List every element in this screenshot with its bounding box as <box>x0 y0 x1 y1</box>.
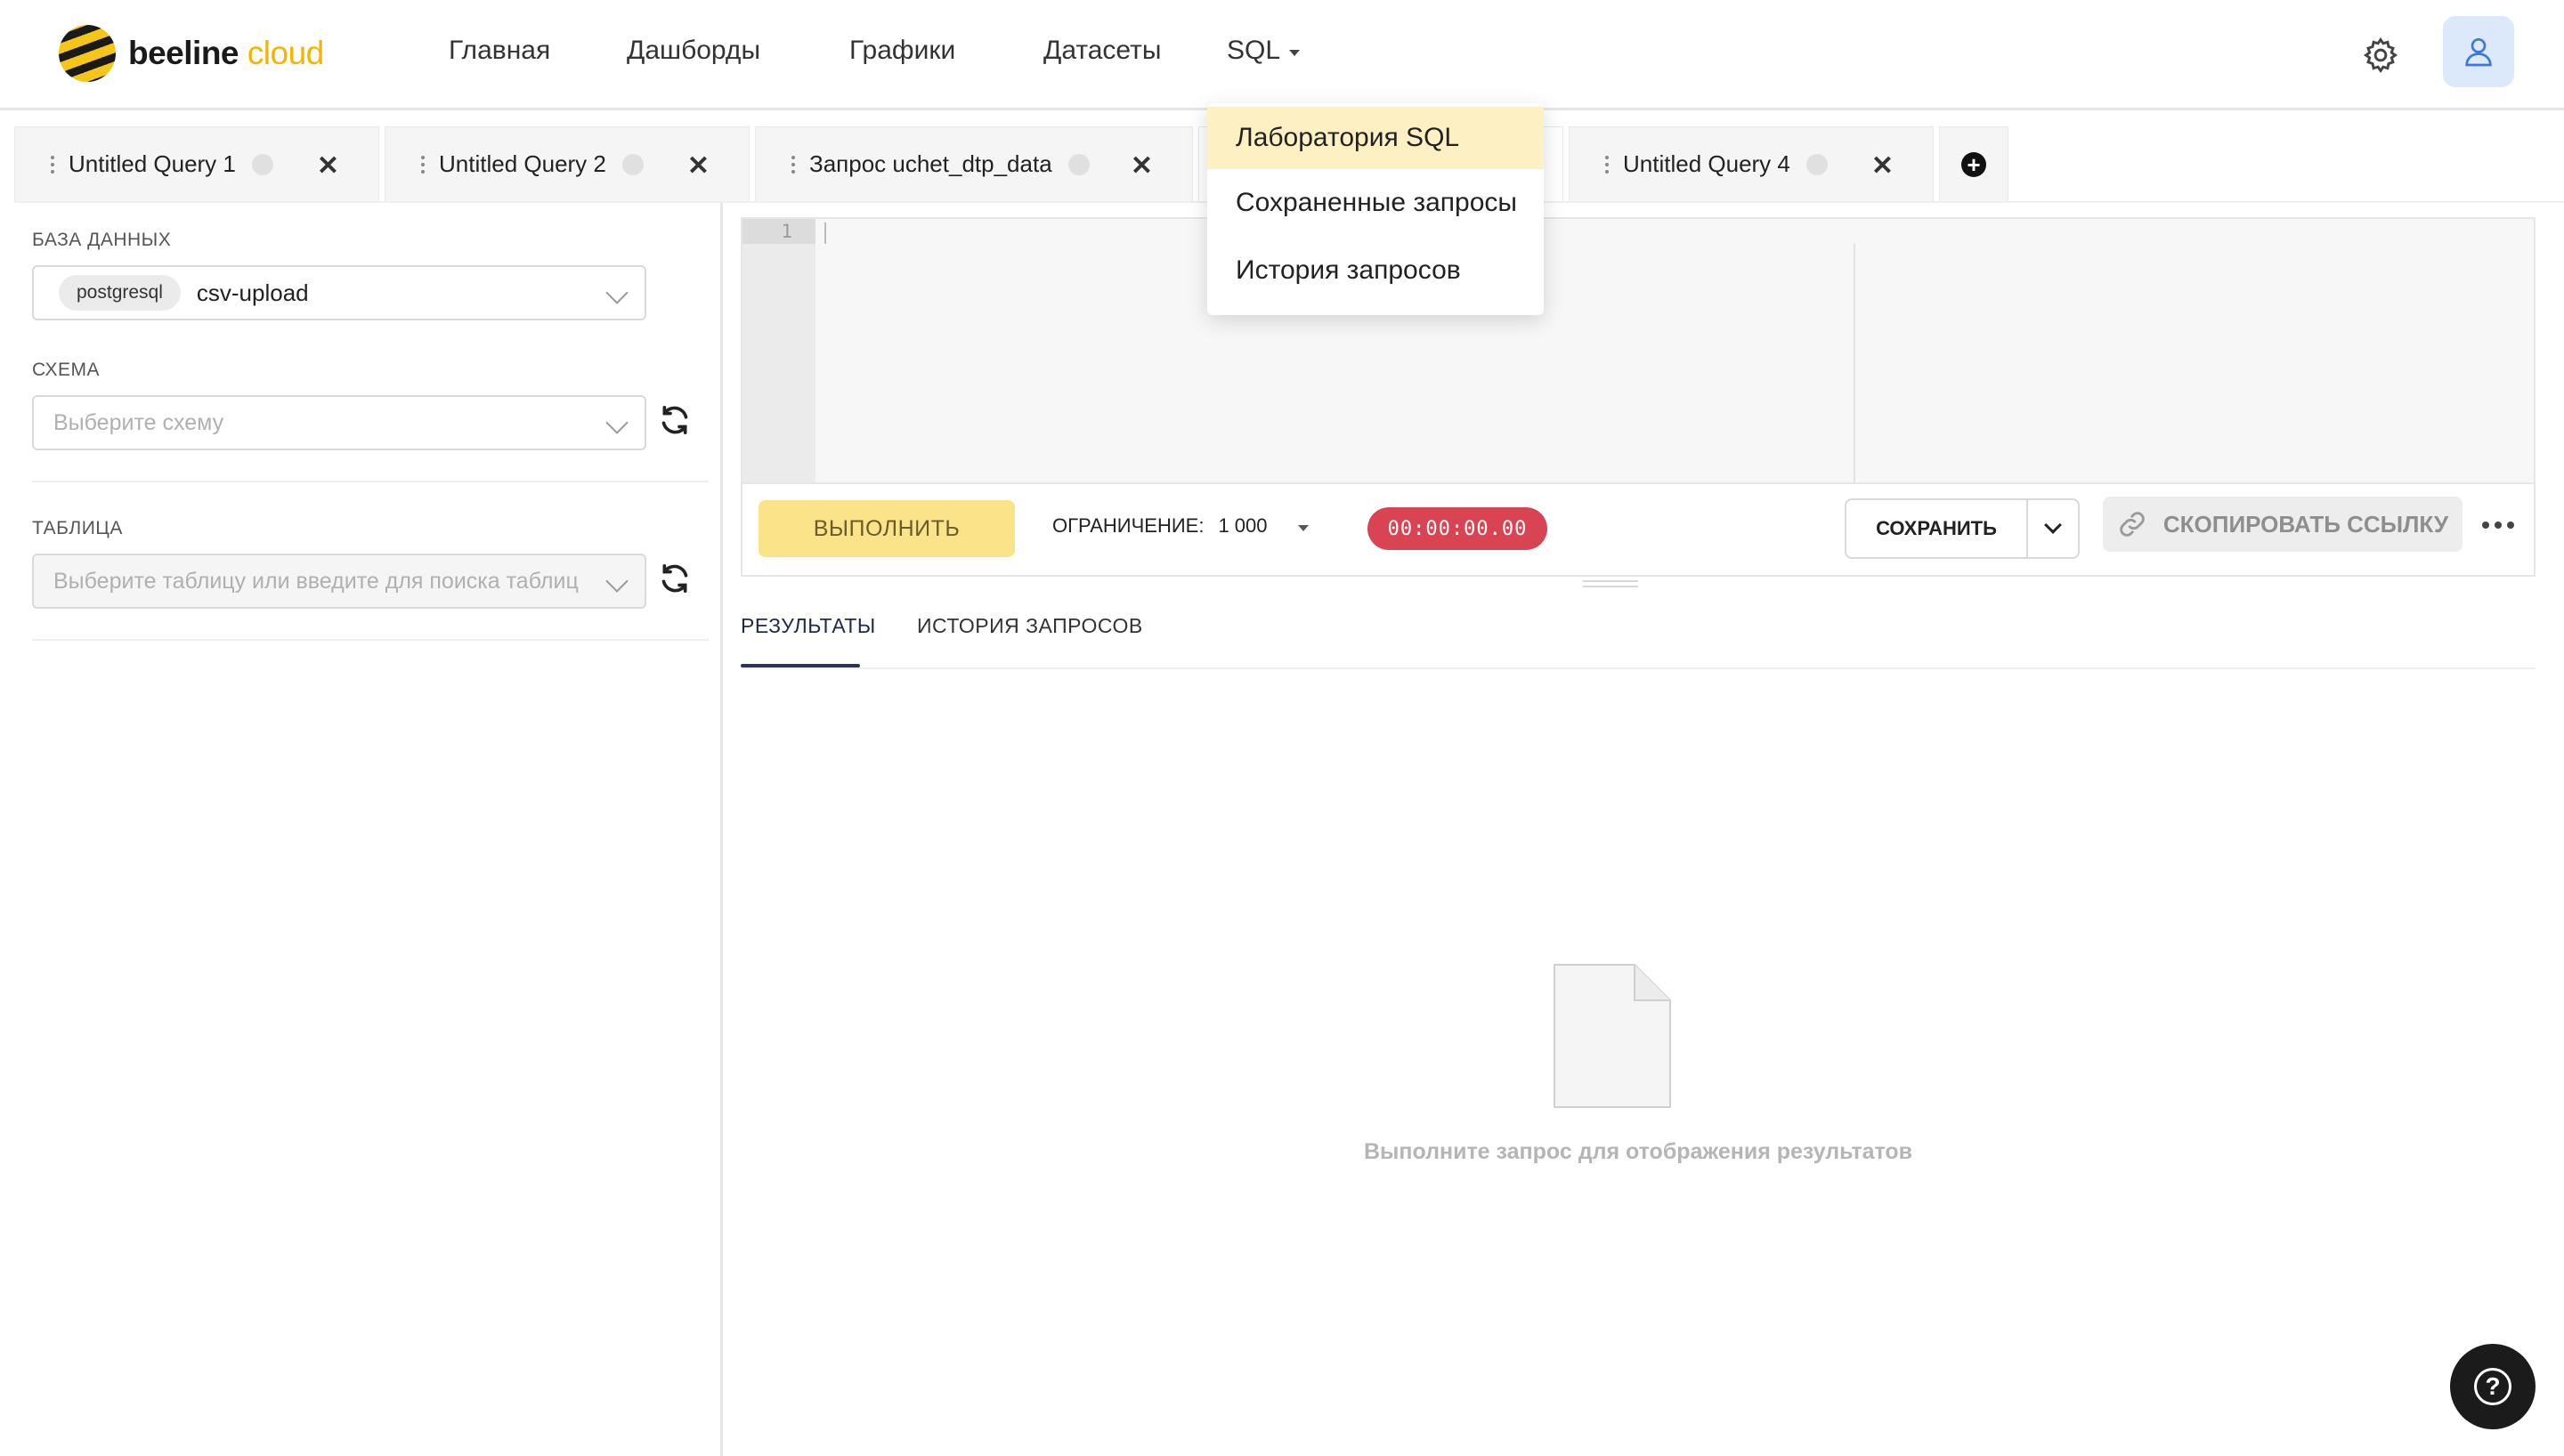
editor-gutter: 1 <box>742 219 815 482</box>
query-tab-label: Untitled Query 1 <box>69 150 236 177</box>
refresh-icon[interactable] <box>657 561 693 596</box>
left-panel: БАЗА ДАННЫХ postgresql csv-upload СХЕМА … <box>0 203 723 1456</box>
schema-label: СХЕМА <box>32 360 100 380</box>
empty-file-icon <box>1554 964 1671 1108</box>
query-tab[interactable]: Запрос uchet_dtp_data ✕ <box>755 126 1193 201</box>
status-dot-icon <box>621 153 644 175</box>
close-icon[interactable]: ✕ <box>317 150 339 182</box>
menu-item-query-history[interactable]: История запросов <box>1207 237 1544 304</box>
refresh-icon[interactable] <box>657 402 693 438</box>
nav-sql[interactable]: SQL <box>1227 36 1301 66</box>
table-select[interactable]: Выберите таблицу или введите для поиска … <box>32 554 646 609</box>
caret-down-icon <box>1289 49 1301 56</box>
empty-results-message: Выполните запрос для отображения результ… <box>1363 1139 1913 1164</box>
close-icon[interactable]: ✕ <box>687 150 710 182</box>
query-tab-label: Запрос uchet_dtp_data <box>809 150 1052 177</box>
save-button[interactable]: СОХРАНИТЬ <box>1845 498 2028 559</box>
copy-link-label: СКОПИРОВАТЬ ССЫЛКУ <box>2162 510 2449 538</box>
help-button[interactable]: ? <box>2450 1344 2536 1429</box>
sql-dropdown-menu: Лаборатория SQL Сохраненные запросы Исто… <box>1207 103 1544 315</box>
table-placeholder: Выберите таблицу или введите для поиска … <box>53 568 579 594</box>
chevron-down-icon <box>605 281 629 304</box>
table-label: ТАБЛИЦА <box>32 518 123 538</box>
query-tab-label: Untitled Query 2 <box>439 150 606 177</box>
drag-handle-icon[interactable] <box>421 155 425 174</box>
brand-logo[interactable]: beeline cloud <box>59 25 324 82</box>
query-tab[interactable]: Untitled Query 2 ✕ <box>385 126 750 201</box>
query-timer: 00:00:00.00 <box>1367 507 1547 550</box>
schema-select[interactable]: Выберите схему <box>32 395 646 450</box>
user-icon <box>2465 38 2492 67</box>
query-tab[interactable]: Untitled Query 1 ✕ <box>14 126 379 201</box>
nav-charts[interactable]: Графики <box>849 36 955 66</box>
menu-item-sql-lab[interactable]: Лаборатория SQL <box>1207 107 1544 169</box>
resize-handle[interactable] <box>1583 580 1638 589</box>
link-icon <box>2120 512 2145 537</box>
limit-value: 1 000 <box>1218 514 1268 537</box>
line-number: 1 <box>742 219 815 244</box>
close-icon[interactable]: ✕ <box>1871 150 1894 182</box>
save-options-button[interactable] <box>2026 498 2080 559</box>
database-type-tag: postgresql <box>59 275 181 311</box>
nav-datasets[interactable]: Датасеты <box>1043 36 1161 66</box>
gear-icon[interactable] <box>2361 36 2400 75</box>
divider <box>32 481 709 482</box>
chevron-down-icon <box>605 570 629 593</box>
add-tab-button[interactable]: + <box>1939 126 2008 201</box>
status-dot-icon <box>1805 153 1828 175</box>
logo-word: beeline <box>128 35 239 71</box>
tab-results[interactable]: РЕЗУЛЬТАТЫ <box>741 614 876 638</box>
beeline-logo-icon <box>59 25 116 82</box>
nav-dashboards[interactable]: Дашборды <box>627 36 760 66</box>
drag-handle-icon[interactable] <box>791 155 795 174</box>
logo-cloud-word: cloud <box>247 35 324 71</box>
database-value: csv-upload <box>196 279 309 306</box>
schema-placeholder: Выберите схему <box>53 409 224 435</box>
status-dot-icon <box>251 153 273 175</box>
status-dot-icon <box>1067 153 1090 175</box>
plus-icon: + <box>1961 151 1986 177</box>
results-tabs: РЕЗУЛЬТАТЫ ИСТОРИЯ ЗАПРОСОВ <box>741 614 2536 669</box>
run-button[interactable]: ВЫПОЛНИТЬ <box>759 500 1015 557</box>
tab-query-history[interactable]: ИСТОРИЯ ЗАПРОСОВ <box>917 614 1143 638</box>
editor-toolbar: ВЫПОЛНИТЬ ОГРАНИЧЕНИЕ: 1 000 00:00:00.00… <box>741 484 2536 577</box>
active-tab-indicator <box>741 664 860 667</box>
nav-home[interactable]: Главная <box>449 36 550 66</box>
close-icon[interactable]: ✕ <box>1131 150 1153 182</box>
caret-down-icon <box>1297 524 1309 531</box>
drag-handle-icon[interactable] <box>51 155 54 174</box>
sql-editor[interactable]: 1 <box>741 217 2536 484</box>
limit-label: ОГРАНИЧЕНИЕ: <box>1052 514 1205 537</box>
print-margin <box>1854 244 1855 482</box>
database-select[interactable]: postgresql csv-upload <box>32 265 646 320</box>
query-tab[interactable]: Untitled Query 4 ✕ <box>1569 126 1934 201</box>
database-label: БАЗА ДАННЫХ <box>32 230 172 250</box>
drag-handle-icon[interactable] <box>1605 155 1609 174</box>
more-options-icon[interactable] <box>2482 522 2514 529</box>
top-navbar: beeline cloud Главная Дашборды Графики Д… <box>0 0 2564 110</box>
query-tab-label: Untitled Query 4 <box>1623 150 1790 177</box>
user-menu-button[interactable] <box>2443 16 2514 87</box>
text-cursor <box>824 222 826 244</box>
nav-sql-label: SQL <box>1227 36 1281 65</box>
help-icon: ? <box>2474 1368 2511 1405</box>
copy-link-button[interactable]: СКОПИРОВАТЬ ССЫЛКУ <box>2103 497 2463 552</box>
chevron-down-icon <box>2044 516 2062 534</box>
divider <box>32 639 709 641</box>
limit-control[interactable]: ОГРАНИЧЕНИЕ: 1 000 <box>1052 514 1309 538</box>
chevron-down-icon <box>605 411 629 434</box>
menu-item-saved-queries[interactable]: Сохраненные запросы <box>1207 169 1544 237</box>
